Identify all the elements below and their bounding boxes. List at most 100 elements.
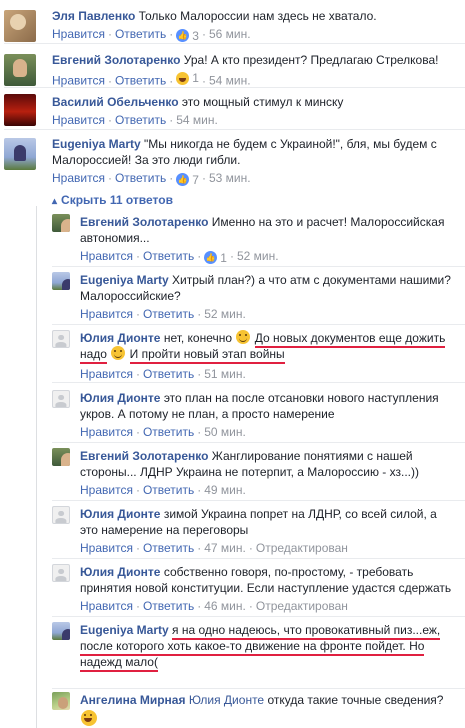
- reply-thread-line: [36, 206, 37, 728]
- like-button[interactable]: Нравится: [80, 599, 133, 613]
- reply-button[interactable]: Ответить: [143, 307, 194, 321]
- comment-time[interactable]: 50 мин.: [204, 425, 246, 439]
- highlighted-text: И пройти новый этап войны: [129, 347, 285, 364]
- like-button[interactable]: Нравится: [80, 307, 133, 321]
- reply-5: Евгений Золотаренко Жанглирование поняти…: [52, 448, 462, 498]
- comment-text: это мощный стимул к минску: [181, 95, 344, 109]
- laughing-emoji-icon: [81, 710, 97, 726]
- divider: [52, 688, 465, 689]
- comment-author[interactable]: Юлия Дионте: [80, 565, 160, 579]
- comment-time[interactable]: 51 мин.: [204, 367, 246, 381]
- comment-actions: Нравится · Ответить · 51 мин.: [80, 367, 246, 381]
- comment-text: Ура! А кто президент? Предлагаю Стрелков…: [183, 53, 439, 67]
- avatar[interactable]: [52, 692, 70, 710]
- reply-button[interactable]: Ответить: [115, 113, 166, 127]
- comment-time[interactable]: 54 мин.: [176, 113, 218, 127]
- edited-label[interactable]: Отредактирован: [256, 541, 348, 555]
- comment-time[interactable]: 52 мин.: [237, 249, 279, 263]
- edited-label[interactable]: Отредактирован: [256, 599, 348, 613]
- comment-author[interactable]: Ангелина Мирная: [80, 693, 185, 707]
- reply-button[interactable]: Ответить: [143, 599, 194, 613]
- reply-button[interactable]: Ответить: [115, 74, 166, 88]
- reply-2: Eugeniya Marty Хитрый план?) а что атм с…: [52, 272, 462, 322]
- like-button[interactable]: Нравится: [52, 171, 105, 185]
- comment-time[interactable]: 56 мин.: [209, 27, 251, 41]
- avatar[interactable]: [4, 138, 36, 170]
- reply-button[interactable]: Ответить: [115, 27, 166, 41]
- reaction-count[interactable]: 👍 3: [176, 29, 199, 43]
- reaction-count[interactable]: 1: [176, 71, 199, 85]
- hide-replies-link[interactable]: ▴ Скрыть 11 ответов: [52, 192, 173, 210]
- like-button[interactable]: Нравится: [80, 249, 133, 263]
- comment-author[interactable]: Василий Обельченко: [52, 95, 179, 109]
- reply-4: Юлия Дионте это план на после отсановки …: [52, 390, 462, 440]
- reaction-count[interactable]: 👍 1: [204, 251, 227, 265]
- like-button[interactable]: Нравится: [80, 541, 133, 555]
- like-reaction-icon: 👍: [176, 29, 190, 42]
- avatar[interactable]: [52, 622, 70, 640]
- comment-author[interactable]: Юлия Дионте: [80, 507, 160, 521]
- comment-actions: Нравится · Ответить · 47 мин. · Отредактирован: [80, 541, 348, 555]
- like-button[interactable]: Нравится: [52, 113, 105, 127]
- like-button[interactable]: Нравится: [52, 74, 105, 88]
- reply-button[interactable]: Ответить: [143, 367, 194, 381]
- like-button[interactable]: Нравится: [80, 367, 133, 381]
- comment-actions: Нравится · Ответить · 52 мин.: [80, 307, 246, 321]
- like-reaction-icon: 👍: [176, 173, 190, 186]
- reaction-count[interactable]: 👍 7: [176, 173, 199, 187]
- avatar[interactable]: [4, 94, 36, 126]
- comment-author[interactable]: Eugeniya Marty: [80, 623, 169, 637]
- comment-time[interactable]: 49 мин.: [204, 483, 246, 497]
- avatar[interactable]: [52, 564, 70, 582]
- comment-author[interactable]: Евгений Золотаренко: [52, 53, 180, 67]
- like-button[interactable]: Нравится: [80, 425, 133, 439]
- divider: [52, 442, 465, 443]
- comment-actions: Нравится · Ответить · 50 мин.: [80, 425, 246, 439]
- comment-time[interactable]: 46 мин.: [204, 599, 246, 613]
- comment-actions: Нравится · Ответить · 54 мин.: [52, 113, 218, 127]
- reply-button[interactable]: Ответить: [115, 171, 166, 185]
- comment-author[interactable]: Eugeniya Marty: [52, 137, 141, 151]
- reply-button[interactable]: Ответить: [143, 541, 194, 555]
- divider: [52, 558, 465, 559]
- comment-author[interactable]: Эля Павленко: [52, 9, 135, 23]
- reply-button[interactable]: Ответить: [143, 249, 194, 263]
- comment-time[interactable]: 47 мин.: [204, 541, 246, 555]
- avatar[interactable]: [52, 272, 70, 290]
- divider: [52, 324, 465, 325]
- avatar[interactable]: [52, 330, 70, 348]
- reply-button[interactable]: Ответить: [143, 483, 194, 497]
- comment-author[interactable]: Евгений Золотаренко: [80, 215, 208, 229]
- like-button[interactable]: Нравится: [80, 483, 133, 497]
- comment-author[interactable]: Евгений Золотаренко: [80, 449, 208, 463]
- comment-actions: Нравится · Ответить · 👍 1 · 52 мин.: [80, 249, 279, 265]
- smile-emoji-icon: [111, 346, 126, 360]
- comment-text: откуда такие точные сведения?: [267, 693, 444, 707]
- avatar[interactable]: [52, 390, 70, 408]
- comment-time[interactable]: 53 мин.: [209, 171, 251, 185]
- reply-3: Юлия Дионте нет, конечно До новых докуме…: [52, 330, 462, 381]
- comment-time[interactable]: 54 мин.: [209, 74, 251, 88]
- reply-1: Евгений Золотаренко Именно на это и расч…: [52, 214, 462, 265]
- avatar[interactable]: [4, 54, 36, 86]
- haha-reaction-icon: [176, 71, 190, 85]
- avatar[interactable]: [52, 448, 70, 466]
- comment-actions: Нравится · Ответить · 👍 7 · 53 мин.: [52, 171, 251, 187]
- reply-9: Ангелина Мирная Юлия Дионте откуда такие…: [52, 692, 462, 728]
- reply-button[interactable]: Ответить: [143, 425, 194, 439]
- reply-7: Юлия Дионте собственно говоря, по-просто…: [52, 564, 462, 614]
- divider: [4, 43, 465, 44]
- comment-author[interactable]: Eugeniya Marty: [80, 273, 169, 287]
- mention-link[interactable]: Юлия Дионте: [189, 693, 264, 707]
- avatar[interactable]: [52, 506, 70, 524]
- avatar[interactable]: [4, 10, 36, 42]
- comment-author[interactable]: Юлия Дионте: [80, 391, 160, 405]
- reply-8: Eugeniya Marty я на одно надеюсь, что пр…: [52, 622, 462, 682]
- comment-text: Только Малороссии нам здесь не хватало.: [138, 9, 377, 23]
- comment-actions: Нравится · Ответить · 👍 3 · 56 мин.: [52, 27, 251, 43]
- avatar[interactable]: [52, 214, 70, 232]
- comment-author[interactable]: Юлия Дионте: [80, 331, 160, 345]
- comment-time[interactable]: 52 мин.: [204, 307, 246, 321]
- divider: [4, 87, 465, 88]
- like-button[interactable]: Нравится: [52, 27, 105, 41]
